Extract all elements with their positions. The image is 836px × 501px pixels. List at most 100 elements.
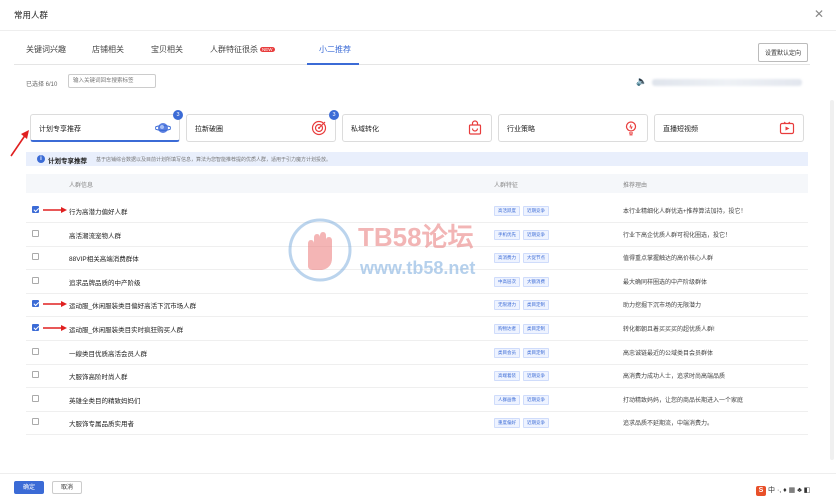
card-live-video[interactable]: 直播短视频	[654, 114, 804, 142]
video-icon	[779, 121, 795, 135]
feature-tag: 中高层次	[494, 276, 520, 287]
feature-tag: 类目定制	[523, 300, 549, 311]
bulb-icon	[625, 121, 637, 136]
dialog-header: 常用人群 ✕	[0, 0, 836, 31]
crowd-name: 大服饰高阶时尚人群	[69, 374, 128, 382]
tab-shop-related[interactable]: 店铺相关	[92, 44, 124, 55]
feature-tag: 类目定制	[523, 347, 549, 358]
card-label: 计划专享推荐	[39, 126, 81, 133]
set-default-button[interactable]: 设置默认定向	[757, 43, 808, 62]
watermark-logo	[288, 218, 352, 282]
crowd-tags: 重度偏好 近期竞争	[494, 418, 552, 429]
tab-keyword-interest[interactable]: 关键词兴趣	[26, 44, 66, 55]
table-header: 人群信息 人群特征 推荐理由	[26, 174, 808, 193]
table-row[interactable]: 英雄全类目的精致妈妈们 人群画像 近期竞争 打动精致妈妈，让您的商品长期进入一个家庭	[26, 388, 808, 412]
table-row[interactable]: 大服饰专属品质实用者 重度偏好 近期竞争 追求品质不延期流，中端消费力。	[26, 411, 808, 436]
bag-icon	[468, 120, 482, 135]
info-icon: i	[37, 155, 45, 163]
scrollbar[interactable]	[830, 100, 834, 460]
tab-item-related[interactable]: 宝贝相关	[151, 44, 183, 55]
crowd-name: 英雄全类目的精致妈妈们	[69, 397, 141, 405]
table-row[interactable]: 大服饰高阶时尚人群 高端着装 近期竞争 高消费力成功人士，追求时尚高端品质	[26, 364, 808, 389]
row-checkbox[interactable]	[32, 394, 39, 402]
watermark-url: www.tb58.net	[360, 258, 476, 278]
table-row[interactable]: 运动服_休闲服装类目实时疯狂购买人群 购物达者 类目定制 转化都朝且着买买买的超优质人…	[26, 317, 808, 341]
card-industry-strategy[interactable]: 行业策略	[498, 114, 648, 142]
recommend-reason: 最大确同样圈选的中产阶级群体	[623, 279, 708, 286]
speaker-icon: 🔈	[636, 76, 648, 86]
card-count-badge: 3	[329, 110, 339, 120]
table-row[interactable]: 运动服_休闲服装类目偏好高活下沉市场人群 无限潜力 类目定制 助力挖掘下沉市场的无限潜…	[26, 293, 808, 318]
header-crowd-info: 人群信息	[69, 183, 94, 189]
crowd-name: 运动服_休闲服装类目偏好高活下沉市场人群	[69, 303, 197, 311]
confirm-button[interactable]: 确定	[14, 481, 44, 494]
feature-tag: 大额消费	[523, 276, 549, 287]
card-new-customer[interactable]: 拉新破圈 3	[186, 110, 339, 142]
dialog-title: 常用人群	[14, 10, 49, 20]
tab-bar: 关键词兴趣 店铺相关 宝贝相关 人群特征很杀 NEW 小二推荐	[14, 40, 810, 65]
card-label: 行业策略	[507, 126, 535, 133]
row-checkbox[interactable]	[32, 371, 39, 379]
crowd-name: 一線类目优质高活会员人群	[69, 350, 147, 358]
feature-tag: 近期竞争	[523, 229, 549, 240]
crowd-tags: 中高层次 大额消费	[494, 276, 552, 287]
tab-crowd-features[interactable]: 人群特征很杀 NEW	[210, 44, 275, 55]
annotation-arrow-icon	[43, 301, 67, 308]
selected-count: 已选择 6/10	[26, 82, 58, 88]
close-icon[interactable]: ✕	[814, 7, 824, 21]
info-title: 计划专享推荐	[48, 158, 87, 165]
crowd-tags: 购物达者 类目定制	[494, 324, 552, 334]
feature-tag: 近期竞争	[523, 371, 549, 382]
ime-toolbar[interactable]: S中 ·, ♦ ▦ ♣ ◧	[756, 485, 810, 496]
planet-icon	[155, 123, 171, 133]
row-checkbox[interactable]	[32, 276, 39, 284]
crowd-tags: 类目会员 类目定制	[494, 347, 552, 358]
active-tab-underline	[307, 63, 359, 65]
recommend-reason: 高忠诚链最近的公域类目会员群体	[623, 350, 714, 357]
feature-tag: 无限潜力	[494, 300, 520, 311]
recommend-reason: 高消费力成功人士，追求时尚高端品质	[623, 374, 726, 381]
recommend-reason: 本行业精细化人群优选+推荐算法加持，投它！	[623, 209, 747, 215]
feature-tag: 高消费力	[494, 253, 520, 264]
recommend-reason: 值得重点掌握触达的高价核心人群	[623, 256, 714, 263]
header-crowd-features: 人群特征	[494, 183, 519, 189]
row-checkbox[interactable]	[32, 324, 39, 331]
table-row[interactable]: 一線类目优质高活会员人群 类目会员 类目定制 高忠诚链最近的公域类目会员群体	[26, 341, 808, 365]
crowd-tags: 高活跃度 近期竞争	[494, 206, 552, 216]
sogou-icon: S	[756, 486, 766, 496]
card-label: 直播短视频	[663, 126, 698, 133]
row-checkbox[interactable]	[32, 418, 39, 426]
search-input[interactable]	[68, 74, 156, 88]
feature-tag: 购物达者	[494, 324, 520, 334]
crowd-tags: 人群画像 近期竞争	[494, 394, 552, 405]
row-checkbox[interactable]	[32, 206, 39, 213]
card-private-conversion[interactable]: 私域转化	[342, 114, 492, 142]
row-checkbox[interactable]	[32, 229, 39, 237]
card-plan-recommend[interactable]: 计划专享推荐 3	[30, 110, 183, 142]
feature-tag: 高活跃度	[494, 206, 520, 216]
row-checkbox[interactable]	[32, 347, 39, 355]
card-label: 拉新破圈	[195, 126, 223, 133]
crowd-tags: 高端着装 近期竞争	[494, 371, 552, 382]
tab-staff-recommend[interactable]: 小二推荐	[319, 44, 351, 55]
cancel-button[interactable]: 取消	[52, 481, 82, 494]
crowd-name: 运动服_休闲服装类目实时疯狂购买人群	[69, 327, 184, 334]
feature-tag: 近期竞争	[523, 394, 549, 405]
row-checkbox[interactable]	[32, 253, 39, 261]
crowd-name: 88VIP相关高端消费群体	[69, 256, 139, 264]
annotation-arrow-icon	[43, 207, 67, 213]
feature-tag: 类目定制	[523, 324, 549, 334]
feature-tag: 重度偏好	[494, 418, 520, 429]
crowd-tags: 无限潜力 类目定制	[494, 300, 552, 311]
row-checkbox[interactable]	[32, 300, 39, 308]
crowd-name: 高活潮流宠物人群	[69, 232, 121, 240]
blurred-announcement	[652, 79, 802, 86]
feature-tag: 近期竞争	[523, 418, 549, 429]
recommend-reason: 行业下高企优质人群可视化圈选，投它！	[623, 232, 732, 239]
crowd-name: 追求品牌品质的中产阶级	[69, 279, 141, 287]
card-label: 私域转化	[351, 126, 379, 133]
new-badge: NEW	[260, 47, 275, 52]
feature-tag: 类目会员	[494, 347, 520, 358]
recommend-reason: 打动精致妈妈，让您的商品长期进入一个家庭	[623, 397, 744, 404]
feature-tag: 手机优先	[494, 229, 520, 240]
